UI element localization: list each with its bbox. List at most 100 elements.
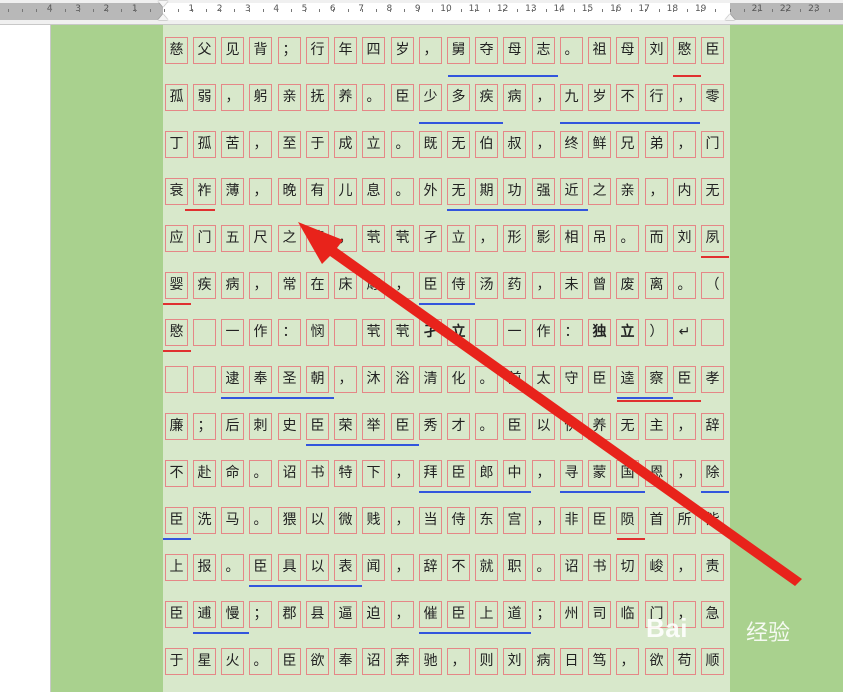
grid-cell[interactable]: ， (532, 507, 555, 534)
grid-cell[interactable]: ， (673, 460, 696, 487)
grid-cell[interactable]: 行 (645, 84, 668, 111)
grid-cell[interactable]: ， (645, 178, 668, 205)
grid-cell[interactable]: 在 (306, 272, 329, 299)
grid-cell[interactable]: 侍 (447, 507, 470, 534)
grid-cell[interactable]: 郡 (278, 601, 301, 628)
grid-cell[interactable]: 孤 (193, 131, 216, 158)
grid-cell[interactable]: 火 (221, 648, 244, 675)
grid-cell[interactable]: ： (560, 319, 583, 346)
grid-cell[interactable]: 应 (165, 225, 188, 252)
grid-cell[interactable]: ； (249, 601, 272, 628)
grid-cell[interactable]: 侍 (447, 272, 470, 299)
grid-cell[interactable]: 门 (701, 131, 724, 158)
grid-cell[interactable]: 后 (221, 413, 244, 440)
grid-cell[interactable] (475, 319, 498, 346)
grid-cell[interactable]: 则 (475, 648, 498, 675)
grid-cell[interactable]: ， (391, 460, 414, 487)
grid-cell[interactable]: 茕 (362, 319, 385, 346)
grid-cell[interactable]: 强 (532, 178, 555, 205)
grid-cell[interactable]: 少 (419, 84, 442, 111)
grid-cell[interactable]: 不 (447, 554, 470, 581)
grid-cell[interactable]: ， (673, 413, 696, 440)
first-line-indent-marker[interactable] (158, 1, 168, 7)
grid-cell[interactable]: 诏 (278, 460, 301, 487)
grid-cell[interactable]: 亲 (616, 178, 639, 205)
grid-cell[interactable]: 臣 (391, 413, 414, 440)
grid-cell[interactable]: 命 (221, 460, 244, 487)
grid-cell[interactable]: 期 (475, 178, 498, 205)
grid-cell[interactable]: 臣 (165, 601, 188, 628)
grid-cell[interactable]: 主 (645, 413, 668, 440)
grid-cell[interactable]: 臣 (419, 272, 442, 299)
grid-cell[interactable]: 诏 (560, 554, 583, 581)
grid-cell[interactable]: 孑 (419, 319, 442, 346)
grid-cell[interactable]: 年 (334, 37, 357, 64)
grid-cell[interactable]: 曾 (588, 272, 611, 299)
grid-cell[interactable]: 蒙 (588, 460, 611, 487)
grid-cell[interactable]: 母 (616, 37, 639, 64)
grid-cell[interactable] (701, 319, 724, 346)
grid-cell[interactable]: 所 (673, 507, 696, 534)
grid-cell[interactable]: 无 (701, 178, 724, 205)
grid-cell[interactable]: 国 (616, 460, 639, 487)
grid-cell[interactable]: 东 (475, 507, 498, 534)
grid-cell[interactable]: 浴 (391, 366, 414, 393)
grid-cell[interactable]: 臣 (391, 84, 414, 111)
grid-cell[interactable]: 陨 (616, 507, 639, 534)
grid-cell[interactable]: 察 (645, 366, 668, 393)
grid-cell[interactable]: 表 (334, 554, 357, 581)
grid-cell[interactable]: 笃 (588, 648, 611, 675)
grid-cell[interactable]: 相 (560, 225, 583, 252)
grid-cell[interactable]: 离 (645, 272, 668, 299)
grid-cell[interactable]: 。 (249, 507, 272, 534)
grid-cell[interactable]: 内 (673, 178, 696, 205)
grid-cell[interactable]: ； (193, 413, 216, 440)
grid-cell[interactable]: 抚 (306, 84, 329, 111)
grid-cell[interactable]: 奉 (334, 648, 357, 675)
grid-cell[interactable]: 猥 (278, 507, 301, 534)
grid-cell[interactable]: 臣 (165, 507, 188, 534)
grid-cell[interactable]: 奔 (391, 648, 414, 675)
grid-cell[interactable]: ； (278, 37, 301, 64)
grid-cell[interactable]: 多 (447, 84, 470, 111)
grid-cell[interactable]: 沐 (362, 366, 385, 393)
grid-cell[interactable]: 。 (391, 178, 414, 205)
grid-cell[interactable]: 有 (306, 178, 329, 205)
grid-cell[interactable]: 孤 (165, 84, 188, 111)
grid-cell[interactable]: 茕 (362, 225, 385, 252)
grid-cell[interactable]: ， (391, 601, 414, 628)
grid-cell[interactable]: 婴 (165, 272, 188, 299)
grid-cell[interactable]: 州 (560, 601, 583, 628)
grid-cell[interactable]: 近 (560, 178, 583, 205)
grid-cell[interactable]: 史 (278, 413, 301, 440)
grid-cell[interactable]: 书 (306, 460, 329, 487)
grid-cell[interactable]: 。 (673, 272, 696, 299)
grid-cell[interactable] (193, 366, 216, 393)
grid-cell[interactable]: 功 (503, 178, 526, 205)
grid-cell[interactable]: 未 (560, 272, 583, 299)
grid-cell[interactable]: 宫 (503, 507, 526, 534)
grid-cell[interactable]: ， (249, 178, 272, 205)
grid-cell[interactable]: 至 (278, 131, 301, 158)
grid-cell[interactable]: 职 (503, 554, 526, 581)
grid-cell[interactable]: 逵 (616, 366, 639, 393)
grid-cell[interactable]: ， (249, 272, 272, 299)
grid-cell[interactable]: 疾 (193, 272, 216, 299)
grid-cell[interactable]: 就 (475, 554, 498, 581)
grid-cell[interactable]: 具 (278, 554, 301, 581)
grid-cell[interactable]: 兄 (616, 131, 639, 158)
grid-cell[interactable]: ， (616, 648, 639, 675)
grid-cell[interactable]: 贱 (362, 507, 385, 534)
grid-cell[interactable]: ， (221, 84, 244, 111)
grid-cell[interactable]: 汤 (475, 272, 498, 299)
grid-cell[interactable]: 弱 (193, 84, 216, 111)
grid-cell[interactable]: ， (391, 554, 414, 581)
document-page[interactable]: 慈父见背；行年四岁，舅夺母志。祖母刘愍臣孤弱，躬亲抚养。臣少多疾病，九岁不行，零… (163, 25, 730, 692)
grid-cell[interactable]: 逼 (334, 601, 357, 628)
grid-cell[interactable]: 才 (447, 413, 470, 440)
grid-cell[interactable]: 赴 (193, 460, 216, 487)
grid-cell[interactable]: 茕 (391, 319, 414, 346)
grid-cell[interactable]: ， (475, 225, 498, 252)
grid-cell[interactable]: 刺 (249, 413, 272, 440)
grid-cell[interactable]: 。 (221, 554, 244, 581)
